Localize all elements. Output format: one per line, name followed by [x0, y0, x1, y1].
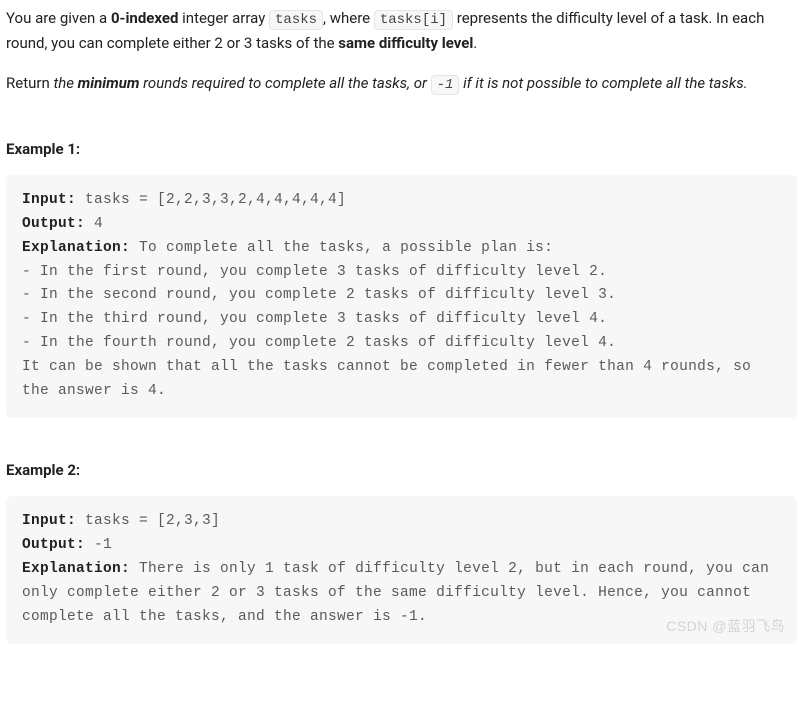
bold-segment: 0-indexed — [111, 9, 178, 27]
input-label: Input: — [22, 192, 76, 208]
inline-code: tasks — [269, 10, 323, 30]
example-1-heading: Example 1: — [6, 137, 797, 161]
explanation-label: Explanation: — [22, 561, 130, 577]
inline-code: tasks[i] — [374, 10, 453, 30]
example-1-block: Input: tasks = [2,2,3,3,2,4,4,4,4,4] Out… — [6, 175, 797, 418]
text-segment: integer array — [178, 9, 269, 27]
output-label: Output: — [22, 537, 85, 553]
output-value: -1 — [85, 537, 112, 553]
problem-paragraph-1: You are given a 0-indexed integer array … — [6, 6, 797, 55]
example-2-heading: Example 2: — [6, 458, 797, 482]
problem-description: You are given a 0-indexed integer array … — [6, 6, 797, 97]
explanation-value: To complete all the tasks, a possible pl… — [22, 240, 760, 400]
text-segment: Return — [6, 74, 53, 92]
text-segment: rounds required to complete all the task… — [139, 74, 430, 92]
input-value: tasks = [2,2,3,3,2,4,4,4,4,4] — [76, 192, 346, 208]
text-segment: if it is not possible to complete all th… — [459, 74, 747, 92]
input-label: Input: — [22, 513, 76, 529]
input-value: tasks = [2,3,3] — [76, 513, 220, 529]
text-segment: the — [53, 74, 77, 92]
inline-code: -1 — [431, 75, 460, 95]
output-value: 4 — [85, 216, 103, 232]
italic-segment: the minimum rounds required to complete … — [53, 74, 747, 92]
example-2-block: Input: tasks = [2,3,3] Output: -1 Explan… — [6, 496, 797, 644]
text-segment: You are given a — [6, 9, 111, 27]
problem-paragraph-2: Return the minimum rounds required to co… — [6, 71, 797, 96]
text-segment: . — [473, 34, 477, 52]
bold-segment: minimum — [78, 74, 140, 92]
output-label: Output: — [22, 216, 85, 232]
explanation-value: There is only 1 task of difficulty level… — [22, 561, 778, 625]
bold-segment: same difficulty level — [338, 34, 473, 52]
explanation-label: Explanation: — [22, 240, 130, 256]
text-segment: , where — [323, 9, 374, 27]
